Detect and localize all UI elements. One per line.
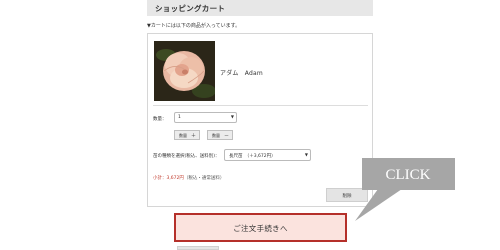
secondary-button[interactable]: [177, 246, 219, 250]
divider: [153, 105, 368, 106]
product-image: [154, 41, 215, 101]
click-callout: CLICK: [350, 158, 460, 228]
plus-icon: ＋: [190, 133, 196, 139]
cart-item-panel: アダム Adam 数量： 1 ▼ 数量 ＋ 数量 － 苗の種類を選択(税込、送料…: [147, 33, 373, 207]
quantity-decrease-label: 数量: [212, 133, 220, 138]
subtotal-suffix: （税込・通常送料）: [183, 176, 225, 181]
quantity-value: 1: [178, 115, 181, 120]
seedling-type-value: 長尺苗 （＋3,672円）: [229, 154, 276, 159]
subtotal-price: 3,672円: [166, 176, 184, 181]
product-name[interactable]: アダム Adam: [220, 68, 263, 77]
subtotal-label: 小計：: [153, 176, 167, 181]
seedling-type-label: 苗の種類を選択(税込、送料別)：: [153, 154, 220, 159]
quantity-increase-button[interactable]: 数量 ＋: [174, 130, 200, 140]
quantity-decrease-button[interactable]: 数量 －: [207, 130, 233, 140]
callout-text: CLICK: [386, 167, 431, 183]
cart-note: ▼カートには以下の商品が入っています。: [147, 23, 241, 29]
subtotal: 小計：3,672円（税込・通常送料）: [153, 175, 224, 181]
seedling-type-select[interactable]: 長尺苗 （＋3,672円） ▼: [224, 149, 311, 161]
cart-title: ショッピングカート: [147, 0, 373, 16]
quantity-label: 数量：: [153, 117, 167, 122]
quantity-increase-label: 数量: [179, 133, 187, 138]
checkout-button[interactable]: ご注文手続きへ: [174, 213, 347, 242]
chevron-down-icon: ▼: [304, 152, 308, 157]
minus-icon: －: [223, 133, 229, 139]
quantity-select[interactable]: 1 ▼: [174, 112, 237, 123]
chevron-down-icon: ▼: [230, 114, 234, 119]
